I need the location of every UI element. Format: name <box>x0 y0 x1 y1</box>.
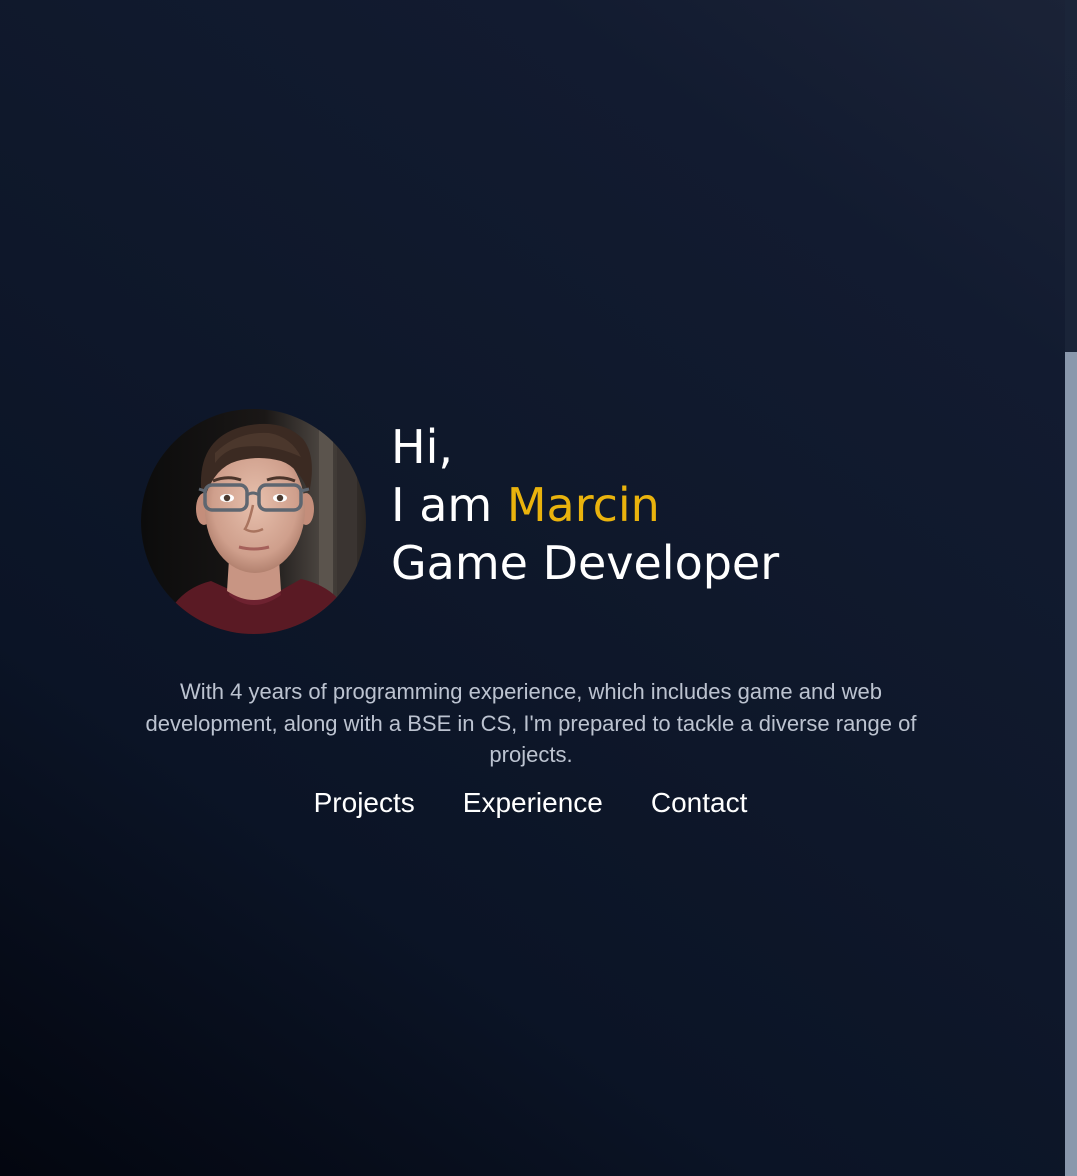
profile-photo <box>141 409 366 634</box>
intro-line: I am Marcin <box>391 476 779 534</box>
avatar <box>141 409 366 634</box>
hero-section: Hi, I am Marcin Game Developer <box>141 409 779 634</box>
portfolio-page: Hi, I am Marcin Game Developer With 4 ye… <box>0 0 1065 1176</box>
greeting-line: Hi, <box>391 420 453 475</box>
nav-link-projects[interactable]: Projects <box>314 784 415 822</box>
scrollbar-thumb[interactable] <box>1065 352 1077 1176</box>
intro-prefix: I am <box>391 478 493 533</box>
main-nav: Projects Experience Contact <box>0 784 1063 822</box>
nav-link-contact[interactable]: Contact <box>651 784 748 822</box>
scrollbar[interactable] <box>1065 0 1077 1176</box>
hero-heading: Hi, I am Marcin Game Developer <box>391 418 779 592</box>
nav-link-experience[interactable]: Experience <box>463 784 603 822</box>
name-highlight: Marcin <box>506 478 660 533</box>
bio-paragraph: With 4 years of programming experience, … <box>145 679 917 767</box>
role-line: Game Developer <box>391 536 780 591</box>
